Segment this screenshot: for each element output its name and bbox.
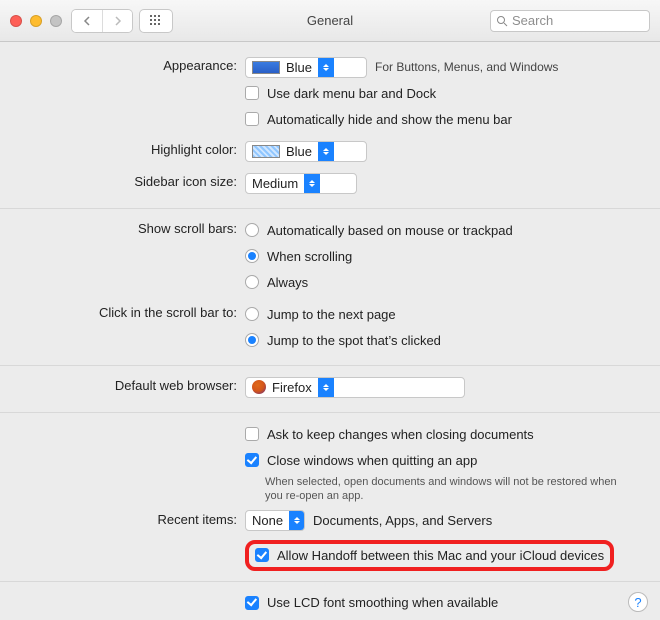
dropdown-arrow-icon	[318, 58, 334, 77]
window-controls	[10, 15, 62, 27]
scrollbars-label: Show scroll bars:	[20, 219, 245, 236]
divider	[0, 365, 660, 366]
handoff-label: Allow Handoff between this Mac and your …	[277, 548, 604, 563]
appearance-select[interactable]: Blue	[245, 57, 367, 78]
blue-swatch-icon	[252, 61, 280, 74]
show-all-button[interactable]	[140, 10, 172, 32]
scrollbars-radio-scrolling[interactable]	[245, 249, 259, 263]
window-title: General	[307, 13, 353, 28]
titlebar: General Search	[0, 0, 660, 42]
divider	[0, 208, 660, 209]
appearance-value: Blue	[286, 60, 312, 75]
sidebar-size-value: Medium	[252, 176, 298, 191]
browser-value: Firefox	[272, 380, 312, 395]
dropdown-arrow-icon	[304, 174, 320, 193]
nav-buttons	[72, 10, 132, 32]
sidebar-size-label: Sidebar icon size:	[20, 172, 245, 189]
close-window-button[interactable]	[10, 15, 22, 27]
recent-items-suffix: Documents, Apps, and Servers	[313, 513, 492, 528]
default-browser-select[interactable]: Firefox	[245, 377, 465, 398]
recent-items-label: Recent items:	[20, 510, 245, 527]
scrollbars-radio-always[interactable]	[245, 275, 259, 289]
browser-label: Default web browser:	[20, 376, 245, 393]
search-icon	[496, 15, 508, 27]
divider	[0, 412, 660, 413]
ask-changes-checkbox[interactable]	[245, 427, 259, 441]
scrollbars-radio-auto[interactable]	[245, 223, 259, 237]
dropdown-arrow-icon	[289, 511, 304, 530]
click-scroll-opt-0: Jump to the next page	[267, 307, 396, 322]
appearance-label: Appearance:	[20, 56, 245, 73]
general-preferences-window: General Search Appearance: Blue For Butt…	[0, 0, 660, 620]
font-smoothing-checkbox[interactable]	[245, 596, 259, 610]
click-scroll-label: Click in the scroll bar to:	[20, 303, 245, 320]
close-windows-subtext: When selected, open documents and window…	[265, 475, 625, 504]
recent-items-select[interactable]: None	[245, 510, 305, 531]
forward-button[interactable]	[102, 10, 132, 32]
dark-menu-label: Use dark menu bar and Dock	[267, 86, 436, 101]
dropdown-arrow-icon	[318, 378, 334, 397]
firefox-icon	[252, 380, 266, 394]
search-field[interactable]: Search	[490, 10, 650, 32]
font-smoothing-label: Use LCD font smoothing when available	[267, 595, 498, 610]
scrollbars-opt-2: Always	[267, 275, 308, 290]
click-scroll-radio-spot[interactable]	[245, 333, 259, 347]
close-windows-checkbox[interactable]	[245, 453, 259, 467]
recent-items-value: None	[252, 513, 283, 528]
highlight-value: Blue	[286, 144, 312, 159]
divider	[0, 581, 660, 582]
back-button[interactable]	[72, 10, 102, 32]
ask-changes-label: Ask to keep changes when closing documen…	[267, 427, 534, 442]
minimize-window-button[interactable]	[30, 15, 42, 27]
dark-menu-checkbox[interactable]	[245, 86, 259, 100]
auto-hide-menu-label: Automatically hide and show the menu bar	[267, 112, 512, 127]
handoff-checkbox[interactable]	[255, 548, 269, 562]
scrollbars-opt-1: When scrolling	[267, 249, 352, 264]
click-scroll-opt-1: Jump to the spot that’s clicked	[267, 333, 441, 348]
highlight-label: Highlight color:	[20, 140, 245, 157]
sidebar-size-select[interactable]: Medium	[245, 173, 357, 194]
handoff-highlight: Allow Handoff between this Mac and your …	[245, 540, 614, 571]
click-scroll-radio-nextpage[interactable]	[245, 307, 259, 321]
auto-hide-menu-checkbox[interactable]	[245, 112, 259, 126]
dropdown-arrow-icon	[318, 142, 334, 161]
highlight-color-select[interactable]: Blue	[245, 141, 367, 162]
close-windows-label: Close windows when quitting an app	[267, 453, 477, 468]
scrollbars-opt-0: Automatically based on mouse or trackpad	[267, 223, 513, 238]
zoom-window-button[interactable]	[50, 15, 62, 27]
highlight-swatch-icon	[252, 145, 280, 158]
appearance-hint: For Buttons, Menus, and Windows	[375, 60, 558, 74]
help-button[interactable]: ?	[628, 592, 648, 612]
search-placeholder: Search	[512, 13, 553, 28]
